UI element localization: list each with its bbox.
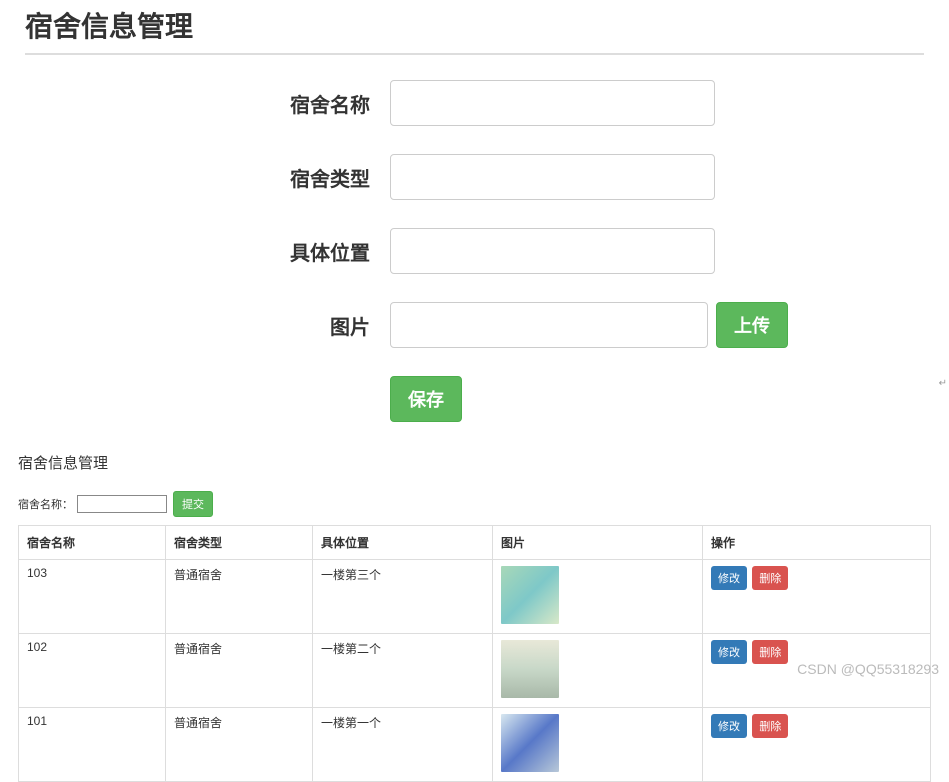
page-title: 宿舍信息管理 — [25, 0, 924, 53]
dorm-table: 宿舍名称 宿舍类型 具体位置 图片 操作 103 普通宿舍 一楼第三个 修改 删… — [18, 525, 931, 782]
upload-button[interactable]: 上传 — [716, 302, 788, 348]
cell-action: 修改 删除 — [703, 560, 931, 634]
cell-location: 一楼第二个 — [313, 634, 493, 708]
cell-location: 一楼第一个 — [313, 708, 493, 782]
search-submit-button[interactable]: 提交 — [173, 491, 213, 517]
cell-type: 普通宿舍 — [166, 708, 313, 782]
cell-image — [493, 560, 703, 634]
dorm-name-input[interactable] — [390, 80, 715, 126]
cell-action: 修改 删除 — [703, 708, 931, 782]
dorm-image-label: 图片 — [25, 311, 390, 340]
save-button[interactable]: 保存 — [390, 376, 462, 422]
dorm-location-label: 具体位置 — [25, 237, 390, 266]
form-row-image: 图片 上传 — [25, 302, 924, 348]
cell-name: 103 — [19, 560, 166, 634]
cell-location: 一楼第三个 — [313, 560, 493, 634]
watermark: CSDN @QQ55318293 — [797, 661, 939, 677]
cell-type: 普通宿舍 — [166, 560, 313, 634]
th-location: 具体位置 — [313, 526, 493, 560]
table-row: 103 普通宿舍 一楼第三个 修改 删除 — [19, 560, 931, 634]
delete-button[interactable]: 删除 — [752, 640, 788, 664]
form-row-save: 保存 — [25, 376, 924, 422]
edit-button[interactable]: 修改 — [711, 640, 747, 664]
cell-image — [493, 708, 703, 782]
delete-button[interactable]: 删除 — [752, 566, 788, 590]
dorm-image-input[interactable] — [390, 302, 708, 348]
dorm-type-input[interactable] — [390, 154, 715, 200]
table-row: 102 普通宿舍 一楼第二个 修改 删除 — [19, 634, 931, 708]
cell-name: 101 — [19, 708, 166, 782]
form-row-type: 宿舍类型 — [25, 154, 924, 200]
delete-button[interactable]: 删除 — [752, 714, 788, 738]
th-name: 宿舍名称 — [19, 526, 166, 560]
search-label: 宿舍名称： — [18, 496, 73, 512]
cell-name: 102 — [19, 634, 166, 708]
th-action: 操作 — [703, 526, 931, 560]
dorm-image-thumb — [501, 640, 559, 698]
divider — [25, 53, 924, 55]
form-row-name: 宿舍名称 — [25, 80, 924, 126]
edit-button[interactable]: 修改 — [711, 566, 747, 590]
list-title: 宿舍信息管理 — [18, 452, 931, 473]
table-row: 101 普通宿舍 一楼第一个 修改 删除 — [19, 708, 931, 782]
th-image: 图片 — [493, 526, 703, 560]
cell-type: 普通宿舍 — [166, 634, 313, 708]
return-char-icon: ↵ — [939, 378, 947, 389]
th-type: 宿舍类型 — [166, 526, 313, 560]
search-row: 宿舍名称： 提交 — [18, 491, 931, 517]
dorm-image-thumb — [501, 566, 559, 624]
dorm-name-label: 宿舍名称 — [25, 89, 390, 118]
dorm-type-label: 宿舍类型 — [25, 163, 390, 192]
search-input[interactable] — [77, 495, 167, 513]
table-header-row: 宿舍名称 宿舍类型 具体位置 图片 操作 — [19, 526, 931, 560]
edit-button[interactable]: 修改 — [711, 714, 747, 738]
cell-image — [493, 634, 703, 708]
dorm-location-input[interactable] — [390, 228, 715, 274]
dorm-image-thumb — [501, 714, 559, 772]
form-row-location: 具体位置 — [25, 228, 924, 274]
